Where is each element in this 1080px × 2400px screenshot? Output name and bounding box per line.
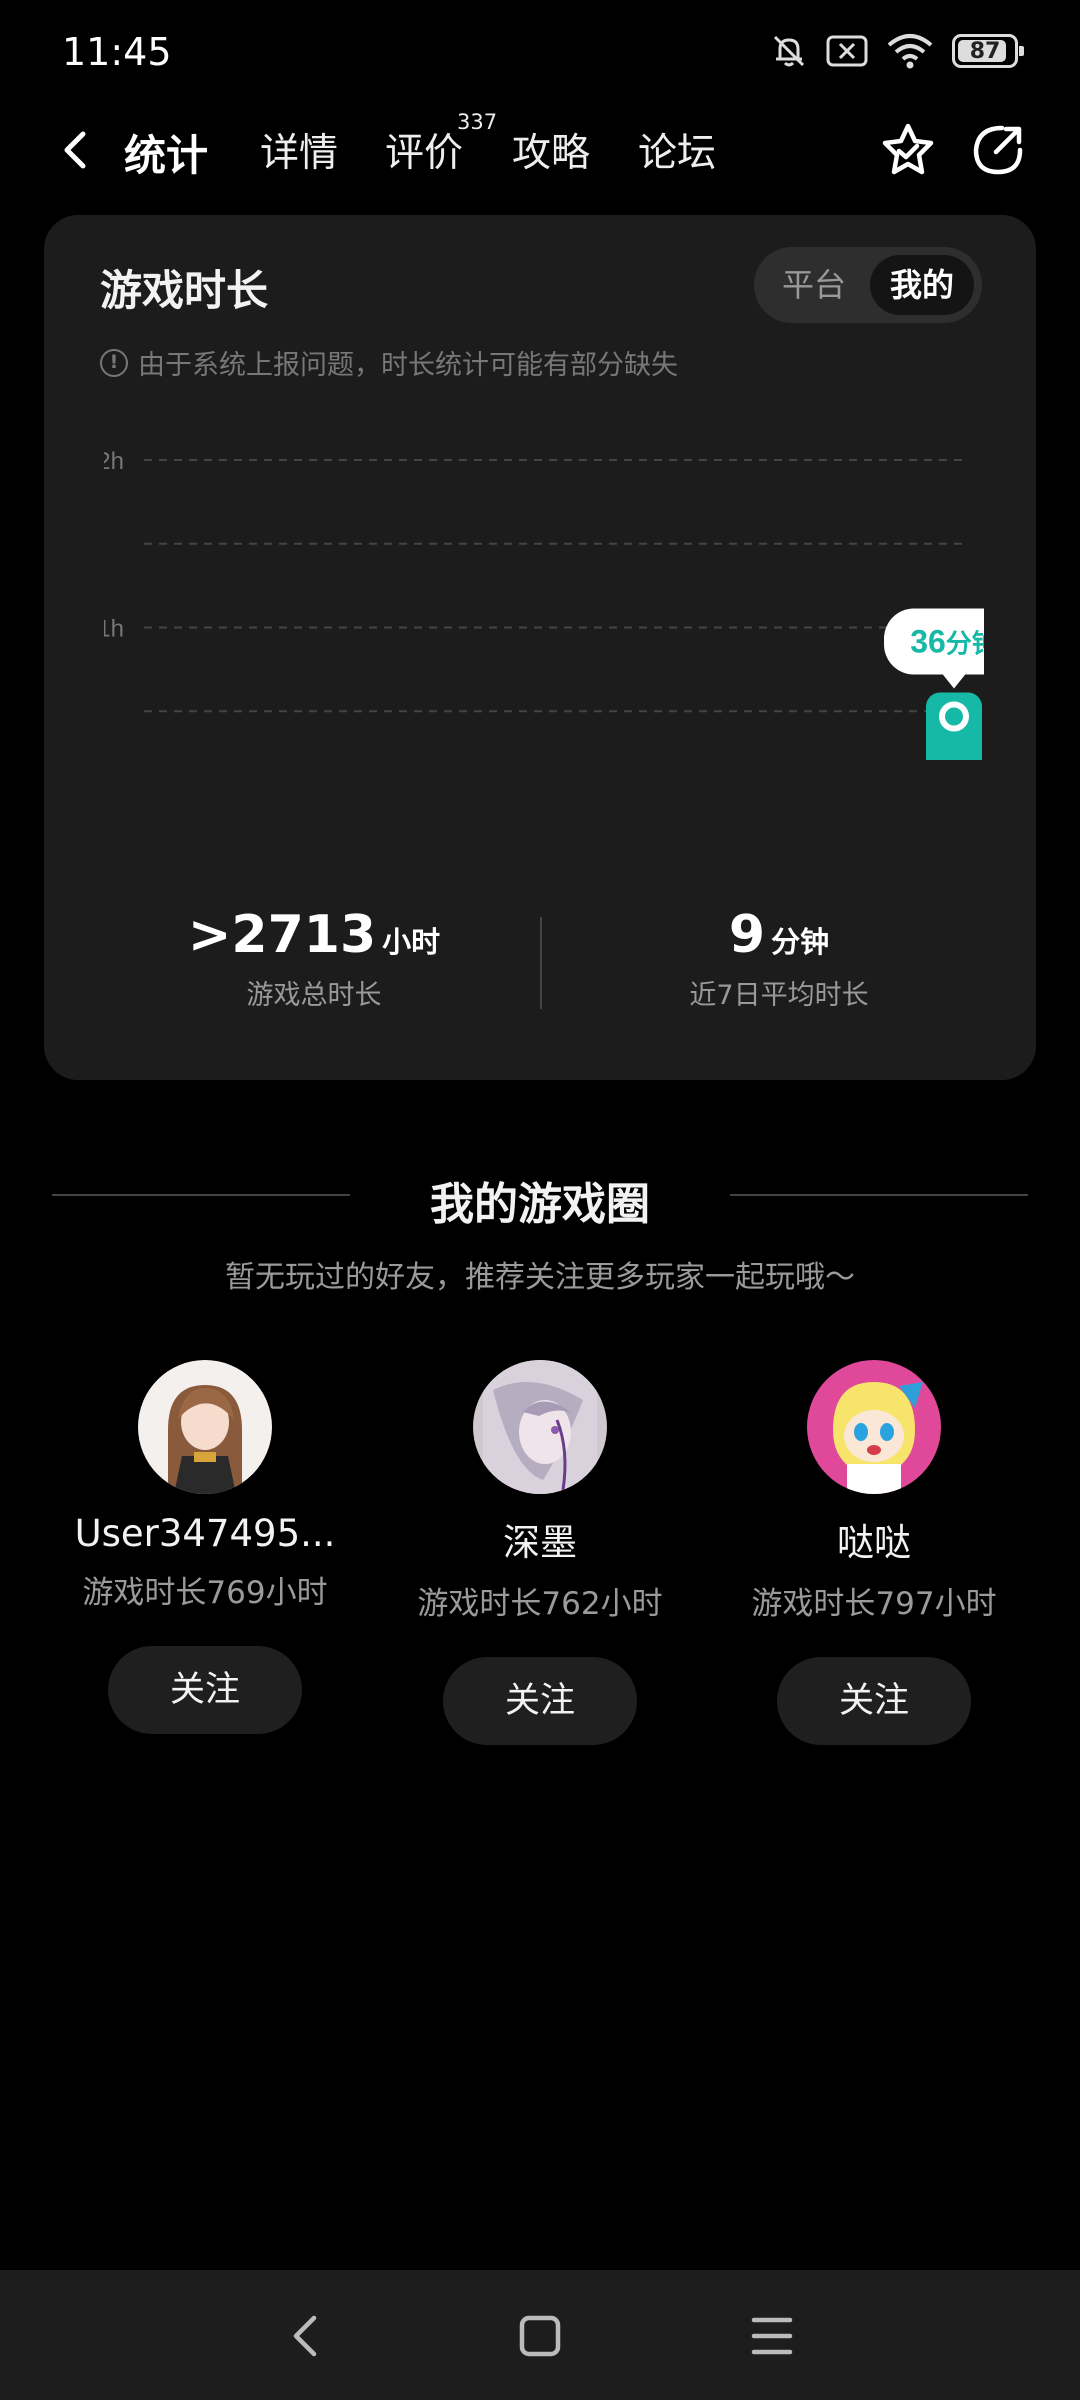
total-unit: 小时 [382, 925, 441, 959]
status-bar: 11:45 87 [0, 0, 1080, 110]
tab-guides[interactable]: 攻略 [512, 122, 590, 178]
favorite-star-icon[interactable] [878, 120, 938, 180]
bell-muted-icon [773, 35, 805, 67]
tooltip-value: 36分钟 [910, 624, 984, 660]
card-title: 游戏时长 [100, 266, 269, 315]
scope-option-platform[interactable]: 平台 [762, 255, 866, 315]
tab-details[interactable]: 详情 [260, 122, 338, 178]
avatar[interactable] [473, 1360, 607, 1494]
system-nav-bar [0, 2270, 1080, 2400]
total-prefix: > [187, 905, 232, 965]
friend-play-hours: 游戏时长762小时 [417, 1586, 663, 1622]
total-time-block: >2713 小时 游戏总时长 [114, 905, 514, 1012]
y-tick-label: 2h [104, 448, 124, 475]
data-notice: ! 由于系统上报问题，时长统计可能有部分缺失 [100, 343, 678, 382]
total-value: 2713 [231, 905, 377, 965]
friend-play-hours: 游戏时长769小时 [82, 1575, 328, 1611]
friend-name: User347495... [74, 1512, 336, 1555]
summary-divider [540, 917, 542, 1009]
avatar[interactable] [807, 1360, 941, 1494]
system-back-icon[interactable] [278, 2308, 334, 2364]
friend-play-hours: 游戏时长797小时 [751, 1586, 997, 1622]
friend-name: 深墨 [503, 1521, 577, 1564]
status-time: 11:45 [62, 30, 172, 74]
section-subtitle: 暂无玩过的好友，推荐关注更多玩家一起玩哦～ [225, 1260, 855, 1295]
info-icon: ! [100, 348, 128, 377]
avg-unit: 分钟 [771, 925, 830, 959]
friend-card[interactable]: 深墨 游戏时长762小时 关注 [380, 1360, 700, 1745]
reviews-count-badge: 337 [457, 110, 498, 134]
friend-card[interactable]: User347495... 游戏时长769小时 关注 [45, 1360, 365, 1734]
tab-stats[interactable]: 统计 [124, 122, 208, 183]
friend-name: 哒哒 [837, 1521, 911, 1564]
no-sim-icon [826, 35, 868, 67]
play-time-chart: 0h1h2h9.229.239.249.259.269.279.2836分钟 [104, 448, 984, 760]
top-nav: 统计 详情 评价 337 攻略 论坛 [0, 110, 1080, 190]
follow-button[interactable]: 关注 [777, 1657, 971, 1745]
section-title: 我的游戏圈 [430, 1179, 650, 1230]
system-home-icon[interactable] [512, 2308, 568, 2364]
tab-forum[interactable]: 论坛 [638, 122, 716, 178]
scope-option-mine[interactable]: 我的 [870, 255, 974, 315]
status-icons: 87 [770, 32, 1024, 70]
avatar[interactable] [138, 1360, 272, 1494]
follow-button[interactable]: 关注 [443, 1657, 637, 1745]
avg-value: 9 [728, 905, 766, 965]
friend-card[interactable]: 哒哒 游戏时长797小时 关注 [714, 1360, 1034, 1745]
avg-label: 近7日平均时长 [689, 980, 869, 1011]
wifi-icon [887, 34, 933, 69]
tab-reviews[interactable]: 评价 [385, 122, 463, 178]
summary: >2713 小时 游戏总时长 9 分钟 近7日平均时长 [44, 905, 1036, 1035]
battery-level: 87 [969, 38, 1001, 64]
section-divider-right [730, 1194, 1028, 1196]
follow-button[interactable]: 关注 [108, 1646, 302, 1734]
back-icon[interactable] [50, 120, 100, 180]
scope-toggle[interactable]: 平台 我的 [754, 247, 982, 323]
system-menu-icon[interactable] [744, 2308, 800, 2364]
total-label: 游戏总时长 [246, 980, 382, 1011]
share-icon[interactable] [968, 120, 1028, 180]
play-time-card: 游戏时长 平台 我的 ! 由于系统上报问题，时长统计可能有部分缺失 0h1h2h… [44, 215, 1036, 1080]
battery-icon: 87 [952, 34, 1024, 68]
tooltip-pointer [942, 673, 966, 689]
y-tick-label: 1h [104, 616, 124, 643]
average-time-block: 9 分钟 近7日平均时长 [584, 905, 974, 1012]
notice-text: 由于系统上报问题，时长统计可能有部分缺失 [138, 350, 678, 381]
